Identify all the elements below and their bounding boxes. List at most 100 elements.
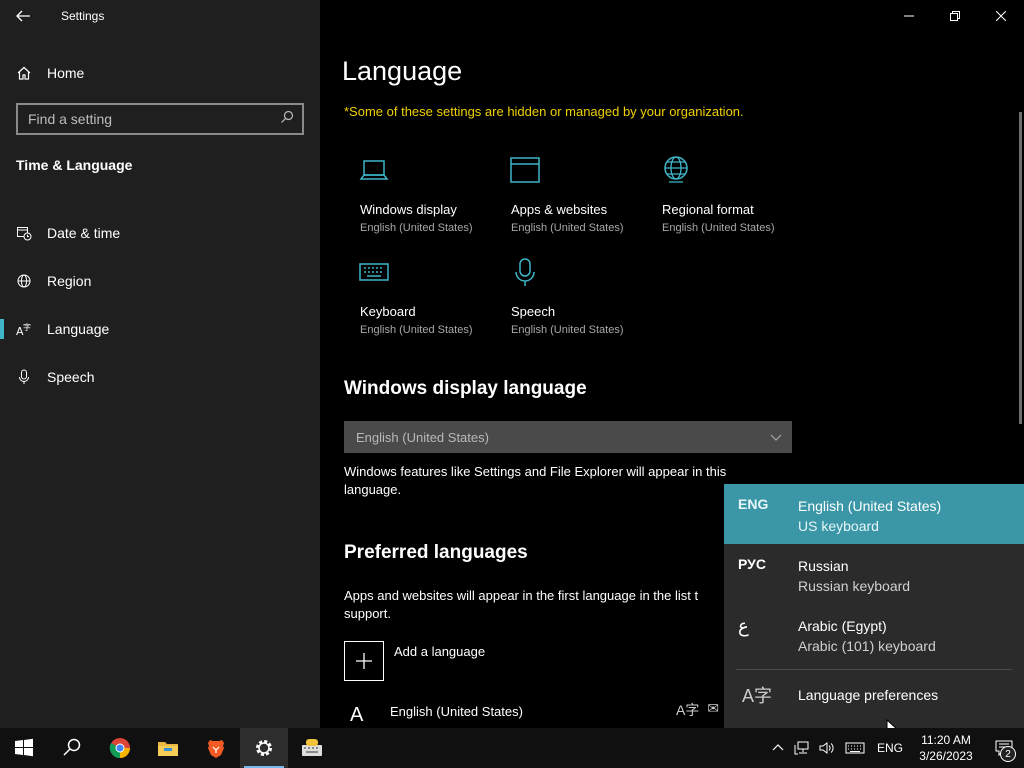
tile-title: Regional format — [662, 202, 754, 217]
flyout-language: Arabic (Egypt) — [798, 618, 887, 634]
gear-icon — [256, 740, 272, 756]
restore-button[interactable] — [932, 0, 978, 32]
microphone-icon — [0, 369, 47, 385]
tile-title: Windows display — [360, 202, 457, 217]
flyout-item-arabic[interactable]: ع Arabic (Egypt) Arabic (101) keyboard — [724, 604, 1024, 664]
network-icon — [794, 741, 809, 755]
chevron-up-icon — [772, 744, 784, 751]
taskbar-settings[interactable] — [240, 728, 288, 768]
tile-regional-format[interactable]: Regional format English (United States) — [646, 152, 796, 242]
sidebar-item-speech[interactable]: Speech — [0, 353, 320, 401]
globe-icon — [646, 152, 796, 188]
sidebar-item-date-time[interactable]: Date & time — [0, 209, 320, 257]
minimize-icon — [904, 15, 914, 17]
keyboard-icon — [845, 742, 865, 754]
sidebar-item-label: Language — [47, 321, 110, 337]
search-icon — [63, 738, 81, 756]
clock[interactable]: 11:20 AM 3/26/2023 — [908, 732, 984, 764]
nav-home[interactable]: Home — [0, 57, 320, 89]
app-title: Settings — [61, 9, 105, 23]
network-button[interactable] — [790, 740, 814, 756]
back-button[interactable] — [0, 0, 46, 32]
taskbar-file-explorer[interactable] — [144, 728, 192, 768]
nav-home-label: Home — [47, 65, 85, 81]
volume-button[interactable] — [814, 740, 838, 756]
sidebar-item-region[interactable]: Region — [0, 257, 320, 305]
clock-time: 11:20 AM — [921, 733, 971, 747]
home-icon — [0, 65, 47, 81]
page-title: Language — [342, 56, 463, 86]
search-box[interactable] — [16, 103, 304, 135]
svg-text:字: 字 — [23, 322, 31, 332]
search-input[interactable] — [28, 111, 268, 127]
language-abbreviation: ع — [738, 616, 749, 636]
tile-subtitle: English (United States) — [662, 222, 775, 234]
tile-apps-websites[interactable]: Apps & websites English (United States) — [495, 152, 645, 242]
display-language-heading: Windows display language — [344, 378, 587, 399]
taskbar-on-screen-keyboard[interactable] — [288, 728, 336, 768]
add-language-button[interactable]: Add a language — [344, 641, 485, 681]
tile-subtitle: English (United States) — [360, 324, 473, 336]
notification-count-badge: 2 — [1000, 746, 1016, 762]
flyout-item-russian[interactable]: РУС Russian Russian keyboard — [724, 544, 1024, 604]
display-language-dropdown[interactable]: English (United States) — [344, 421, 792, 453]
window-icon — [495, 152, 645, 188]
tile-subtitle: English (United States) — [360, 222, 473, 234]
sidebar-item-label: Date & time — [47, 225, 121, 241]
windows-logo-icon — [15, 738, 33, 757]
flyout-language: Russian — [798, 558, 849, 574]
language-name: English (United States) — [390, 704, 523, 719]
language-preferences-link[interactable]: A字 Language preferences — [724, 670, 1024, 720]
flyout-item-english[interactable]: ENG English (United States) US keyboard — [724, 484, 1024, 544]
org-managed-note: *Some of these settings are hidden or ma… — [344, 104, 744, 119]
start-button[interactable] — [0, 728, 48, 768]
title-bar: Settings — [0, 0, 320, 32]
tile-windows-display[interactable]: Windows display English (United States) — [344, 152, 494, 242]
language-icon: A字 — [0, 321, 47, 337]
display-language-description: Windows features like Settings and File … — [344, 463, 726, 499]
scrollbar[interactable] — [1019, 112, 1022, 424]
sidebar-item-label: Region — [47, 273, 92, 289]
search-icon[interactable] — [280, 110, 294, 129]
show-hidden-icons-button[interactable] — [766, 740, 790, 756]
speaker-icon — [819, 742, 834, 754]
input-indicator[interactable]: ENG — [872, 741, 908, 755]
tile-speech[interactable]: Speech English (United States) — [495, 254, 645, 344]
taskbar: ENG 11:20 AM 3/26/2023 2 — [0, 728, 1024, 768]
laptop-icon — [344, 152, 494, 188]
speech-feature-icon: ✉ — [707, 700, 720, 716]
sidebar-item-language[interactable]: A字 Language — [0, 305, 320, 353]
display-language-feature-icon: A字 — [676, 702, 700, 718]
taskbar-brave[interactable] — [192, 728, 240, 768]
language-abbreviation: ENG — [738, 496, 769, 512]
flyout-keyboard: US keyboard — [798, 518, 879, 534]
keyboard-app-icon — [302, 739, 322, 756]
preferred-languages-heading: Preferred languages — [344, 542, 528, 563]
desc-line: Windows features like Settings and File … — [344, 464, 727, 479]
brave-lion-icon — [208, 740, 224, 758]
action-center-button[interactable]: 2 — [984, 728, 1024, 768]
search-button[interactable] — [48, 728, 96, 768]
tile-subtitle: English (United States) — [511, 222, 624, 234]
language-icon: A字 — [350, 704, 364, 726]
calendar-clock-icon — [0, 225, 47, 241]
desc-line: support. — [344, 606, 391, 621]
preferred-languages-description: Apps and websites will appear in the fir… — [344, 587, 698, 623]
touch-keyboard-button[interactable] — [838, 740, 872, 756]
tile-keyboard[interactable]: Keyboard English (United States) — [344, 254, 494, 344]
nav-list: Date & time Region A字 Language Speech — [0, 209, 320, 401]
sidebar: Settings Home Time & Language Date & tim… — [0, 0, 320, 728]
minimize-button[interactable] — [886, 0, 932, 32]
window-controls — [886, 0, 1024, 32]
close-icon — [996, 11, 1006, 21]
plus-icon — [344, 641, 384, 681]
add-language-label: Add a language — [394, 644, 486, 659]
back-arrow-icon — [16, 10, 30, 22]
language-preferences-label: Language preferences — [798, 687, 939, 703]
close-button[interactable] — [978, 0, 1024, 32]
globe-icon — [0, 273, 47, 289]
taskbar-chrome[interactable] — [96, 728, 144, 768]
folder-icon — [158, 742, 178, 756]
chevron-down-icon — [770, 434, 782, 441]
input-language-flyout: ENG English (United States) US keyboard … — [724, 484, 1024, 728]
